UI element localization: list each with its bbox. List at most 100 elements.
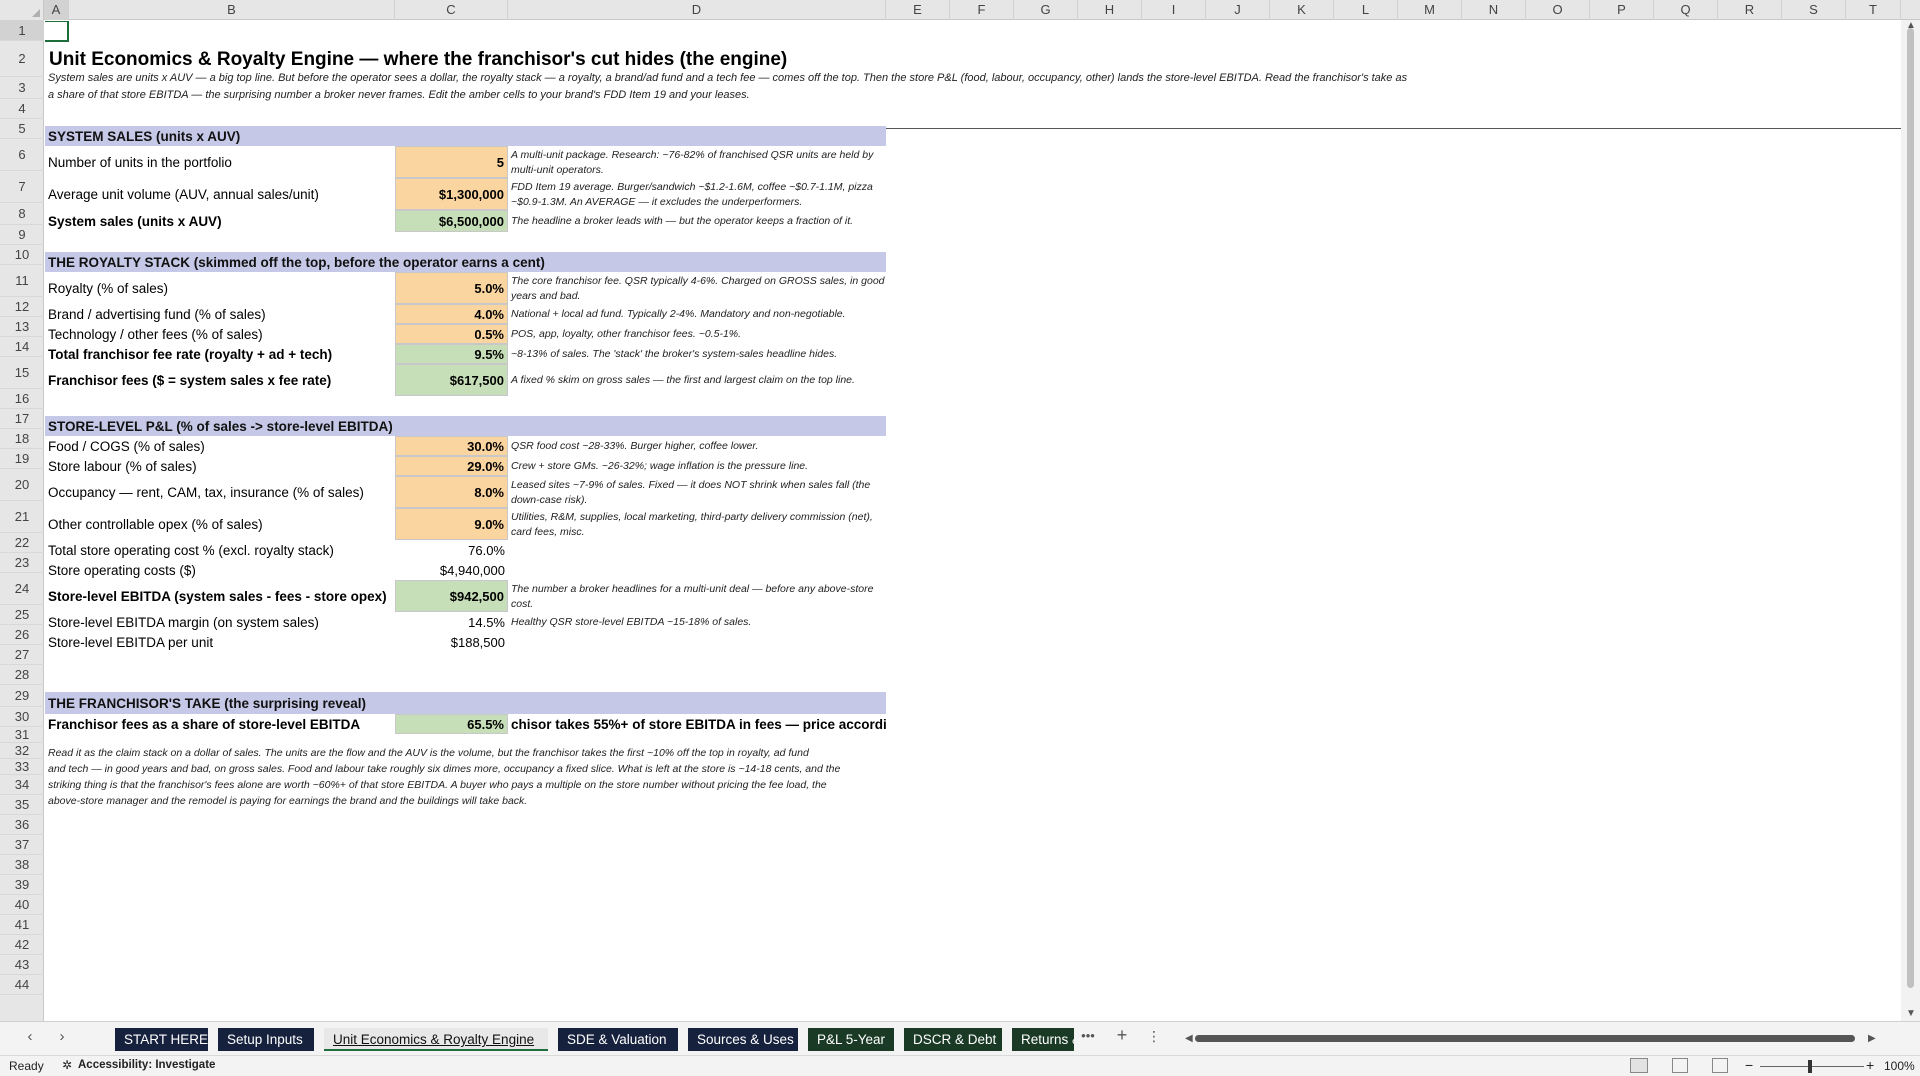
more-tabs-icon[interactable]: ••• [1078, 1028, 1098, 1043]
system-sales-value[interactable]: $6,500,000 [395, 210, 508, 232]
other-opex-input[interactable]: 9.0% [395, 508, 508, 540]
row-header[interactable]: 4 [0, 99, 44, 119]
row-header[interactable]: 39 [0, 875, 44, 895]
occupancy-input[interactable]: 8.0% [395, 476, 508, 508]
column-header-q[interactable]: Q [1654, 0, 1718, 20]
row-header[interactable]: 23 [0, 553, 44, 573]
horizontal-scroll-thumb[interactable] [1195, 1035, 1855, 1042]
active-cell-a1[interactable] [45, 21, 69, 42]
zoom-level[interactable]: 100% [1884, 1059, 1915, 1073]
food-cogs-input[interactable]: 30.0% [395, 436, 508, 456]
column-header-b[interactable]: B [69, 0, 395, 20]
zoom-in-icon[interactable]: + [1866, 1057, 1874, 1073]
row-header[interactable]: 18 [0, 429, 44, 449]
scroll-right-icon[interactable]: ▶ [1868, 1033, 1876, 1044]
column-header-k[interactable]: K [1270, 0, 1334, 20]
row-header[interactable]: 43 [0, 955, 44, 975]
row-header[interactable]: 29 [0, 685, 44, 707]
row-header[interactable]: 16 [0, 389, 44, 409]
tab-setup-inputs[interactable]: Setup Inputs [218, 1028, 314, 1051]
column-header-t[interactable]: T [1846, 0, 1901, 20]
column-header-r[interactable]: R [1718, 0, 1782, 20]
worksheet-grid[interactable]: Unit Economics & Royalty Engine — where … [45, 21, 1901, 1021]
row-header[interactable]: 15 [0, 357, 44, 389]
column-header-c[interactable]: C [395, 0, 508, 20]
sheet-options-icon[interactable]: ⋮ [1144, 1028, 1164, 1045]
row-header[interactable]: 38 [0, 855, 44, 875]
store-ebitda-value[interactable]: $942,500 [395, 580, 508, 612]
ebitda-margin[interactable]: 14.5% [395, 612, 508, 632]
column-header-d[interactable]: D [508, 0, 886, 20]
row-header[interactable]: 37 [0, 835, 44, 855]
row-header[interactable]: 24 [0, 573, 44, 605]
total-fee-rate-value[interactable]: 9.5% [395, 344, 508, 364]
zoom-slider-thumb[interactable] [1808, 1060, 1812, 1073]
zoom-slider[interactable] [1760, 1066, 1864, 1067]
tab-pnl-5-year[interactable]: P&L 5-Year [808, 1028, 894, 1051]
row-header[interactable]: 44 [0, 975, 44, 995]
row-header[interactable]: 33 [0, 759, 44, 775]
row-header[interactable]: 11 [0, 265, 44, 297]
column-header-i[interactable]: I [1142, 0, 1206, 20]
row-header[interactable]: 9 [0, 225, 44, 245]
row-header[interactable]: 22 [0, 533, 44, 553]
accessibility-status[interactable]: Accessibility: Investigate [78, 1059, 215, 1071]
auv-input[interactable]: $1,300,000 [395, 178, 508, 210]
row-header[interactable]: 41 [0, 915, 44, 935]
royalty-input[interactable]: 5.0% [395, 272, 508, 304]
page-break-view-icon[interactable] [1712, 1058, 1728, 1073]
ad-fund-input[interactable]: 4.0% [395, 304, 508, 324]
row-header[interactable]: 21 [0, 501, 44, 533]
row-header[interactable]: 25 [0, 605, 44, 625]
row-header[interactable]: 30 [0, 707, 44, 727]
units-input[interactable]: 5 [395, 146, 508, 178]
row-header[interactable]: 5 [0, 119, 44, 139]
vertical-scroll-thumb[interactable] [1907, 28, 1914, 988]
column-header-g[interactable]: G [1014, 0, 1078, 20]
labour-input[interactable]: 29.0% [395, 456, 508, 476]
row-header[interactable]: 20 [0, 469, 44, 501]
column-header-l[interactable]: L [1334, 0, 1398, 20]
row-header[interactable]: 1 [0, 20, 44, 41]
column-header-s[interactable]: S [1782, 0, 1846, 20]
row-header[interactable]: 12 [0, 297, 44, 317]
row-header[interactable]: 34 [0, 775, 44, 795]
total-store-cost-pct[interactable]: 76.0% [395, 540, 508, 560]
column-header-j[interactable]: J [1206, 0, 1270, 20]
tab-start-here[interactable]: START HERE [115, 1028, 208, 1051]
add-sheet-icon[interactable]: + [1112, 1025, 1132, 1046]
row-header[interactable]: 17 [0, 409, 44, 429]
tech-fee-input[interactable]: 0.5% [395, 324, 508, 344]
column-header-m[interactable]: M [1398, 0, 1462, 20]
franchisor-fees-value[interactable]: $617,500 [395, 364, 508, 396]
row-header[interactable]: 42 [0, 935, 44, 955]
normal-view-icon[interactable] [1630, 1058, 1648, 1073]
row-header[interactable]: 7 [0, 171, 44, 203]
zoom-out-icon[interactable]: − [1745, 1057, 1753, 1073]
tab-scroll-left-icon[interactable]: ‹ [20, 1028, 40, 1045]
row-header[interactable]: 28 [0, 665, 44, 685]
column-header-o[interactable]: O [1526, 0, 1590, 20]
row-header[interactable]: 36 [0, 815, 44, 835]
vertical-scrollbar[interactable]: ▲ ▼ [1901, 20, 1920, 1021]
column-header-a[interactable]: A [44, 0, 69, 20]
row-header[interactable]: 19 [0, 449, 44, 469]
row-header[interactable]: 32 [0, 743, 44, 759]
row-header[interactable]: 26 [0, 625, 44, 645]
store-operating-costs[interactable]: $4,940,000 [395, 560, 508, 580]
row-header[interactable]: 40 [0, 895, 44, 915]
horizontal-scrollbar[interactable]: ◀ ▶ [1185, 1033, 1880, 1044]
column-header-e[interactable]: E [886, 0, 950, 20]
column-header-n[interactable]: N [1462, 0, 1526, 20]
accessibility-icon[interactable]: ✲ [62, 1058, 72, 1072]
tab-scroll-right-icon[interactable]: › [52, 1028, 72, 1045]
tab-unit-economics[interactable]: Unit Economics & Royalty Engine [324, 1028, 548, 1051]
row-header[interactable]: 10 [0, 245, 44, 265]
select-all-corner[interactable] [0, 0, 44, 20]
tab-sde-valuation[interactable]: SDE & Valuation [558, 1028, 678, 1051]
tab-dscr-debt[interactable]: DSCR & Debt [904, 1028, 1002, 1051]
tab-returns[interactable]: Returns & [1012, 1028, 1074, 1051]
ebitda-per-unit[interactable]: $188,500 [395, 632, 508, 652]
row-header[interactable]: 13 [0, 317, 44, 337]
column-header-p[interactable]: P [1590, 0, 1654, 20]
